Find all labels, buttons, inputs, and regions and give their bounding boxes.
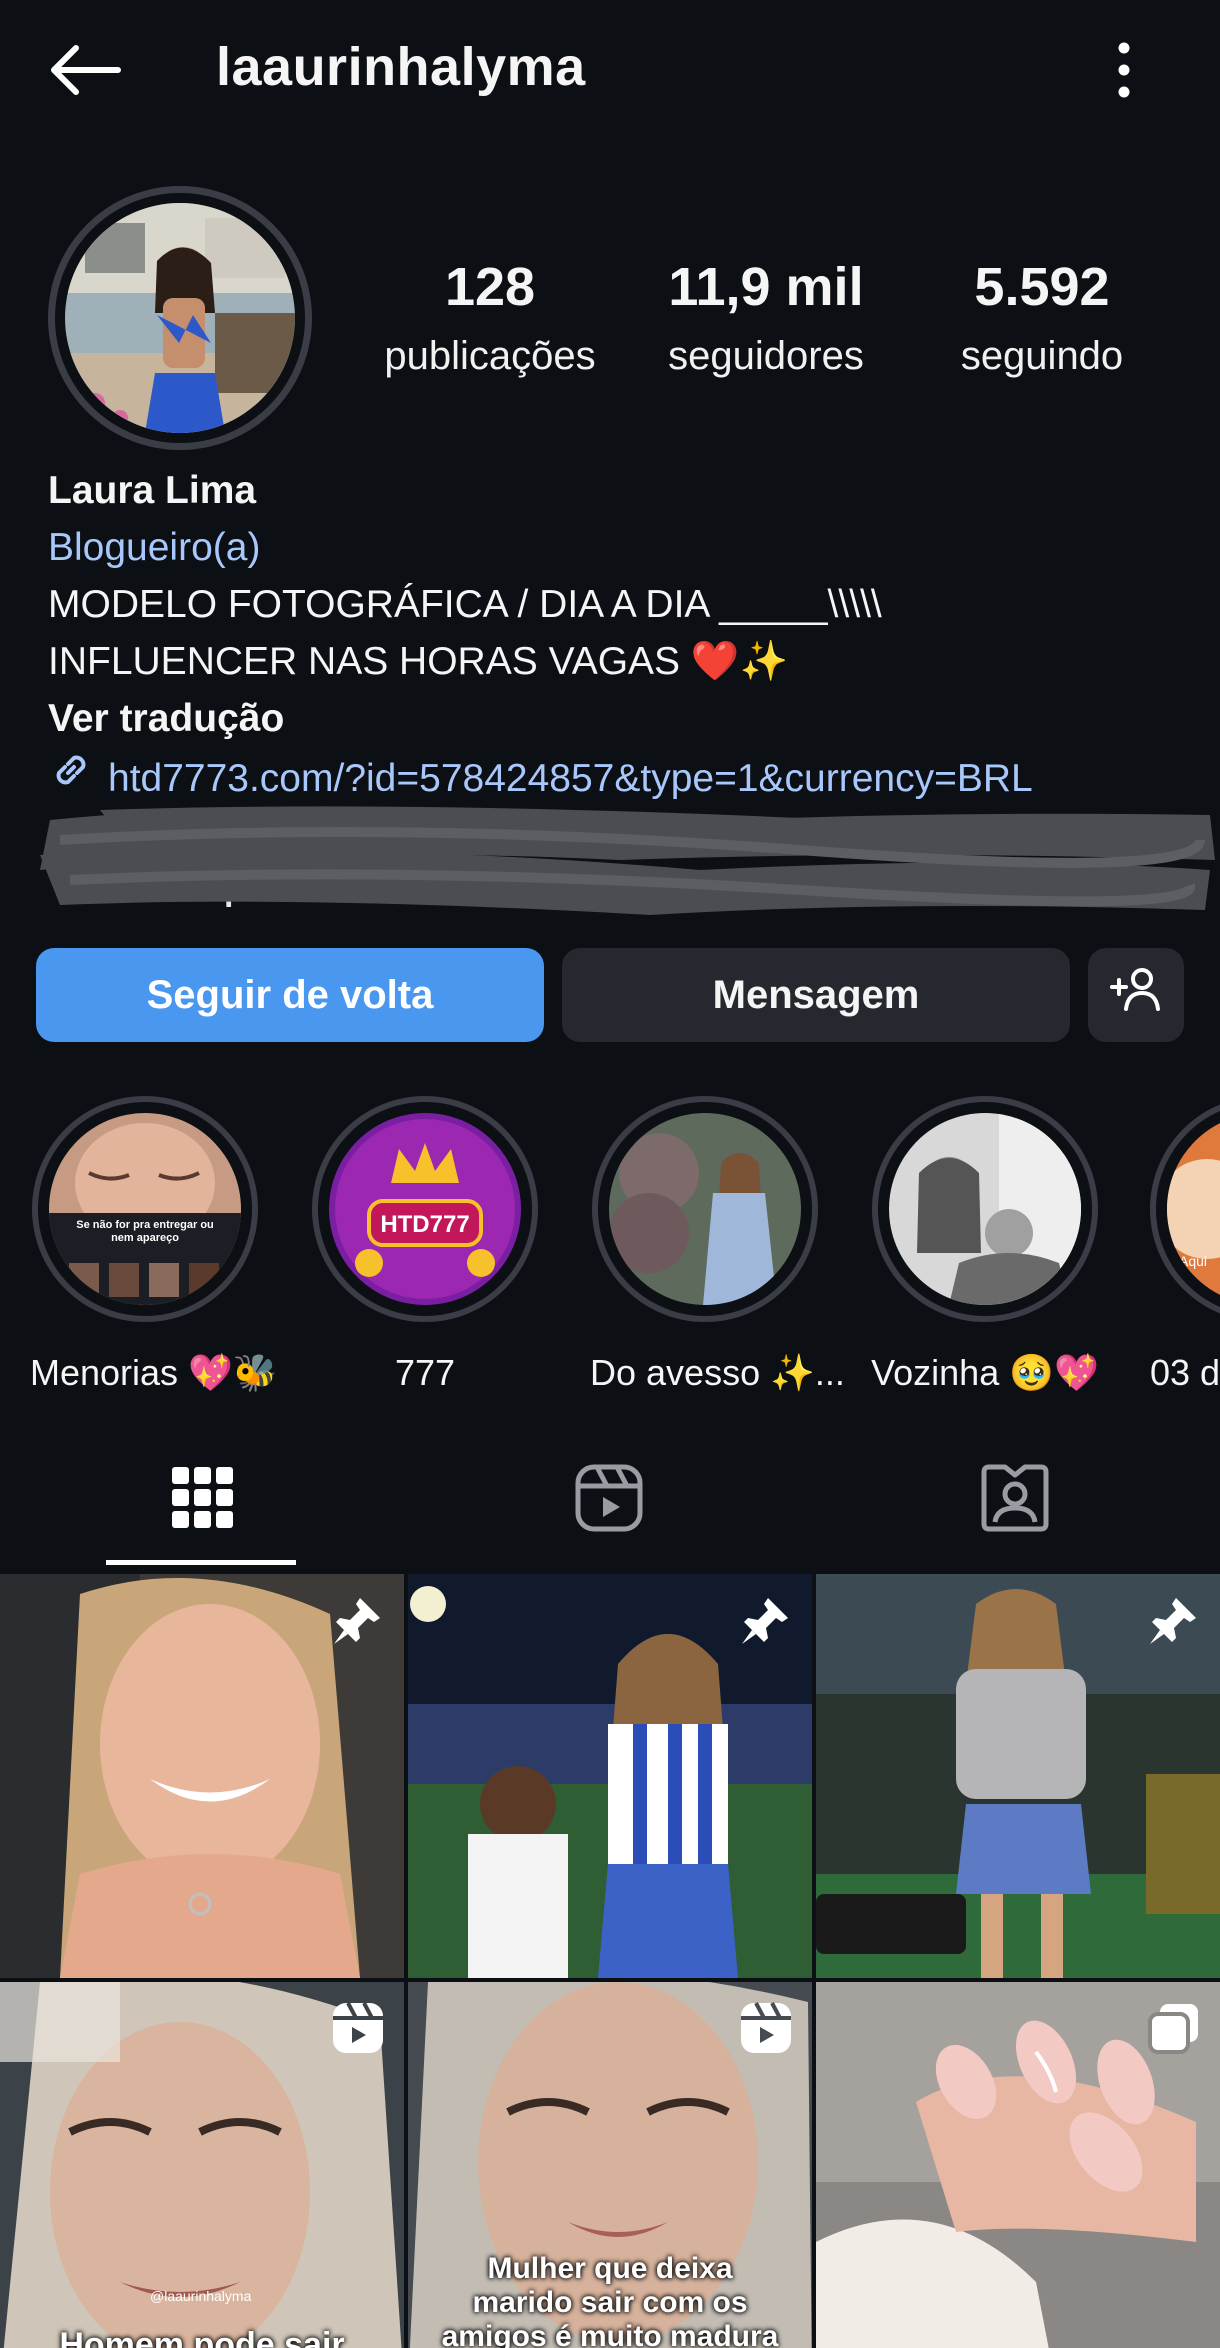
stat-following-label: seguindo bbox=[960, 334, 1124, 378]
stat-following-value: 5.592 bbox=[974, 257, 1110, 317]
highlight-label: Do avesso ✨... bbox=[590, 1352, 845, 1393]
highlight-cover-text: Se não for pra entregar ou nem apareço bbox=[76, 1219, 214, 1244]
tagged-icon bbox=[981, 1464, 1049, 1537]
post-thumbnail[interactable] bbox=[408, 1574, 812, 1978]
tab-posts-grid[interactable] bbox=[0, 1430, 406, 1570]
avatar-photo bbox=[65, 203, 295, 433]
bio-line-1: MODELO FOTOGRÁFICA / DIA A DIA _____\\\\… bbox=[48, 583, 882, 626]
story-highlight[interactable]: Aqui 03 de bbox=[1150, 1096, 1220, 1394]
reel-icon bbox=[738, 2000, 794, 2056]
profile-category: Blogueiro(a) bbox=[48, 526, 261, 569]
message-button[interactable]: Mensagem bbox=[562, 948, 1070, 1042]
follow-back-button[interactable]: Seguir de volta bbox=[36, 948, 544, 1042]
post-caption: Homem pode sair bbox=[59, 2326, 345, 2348]
reels-icon bbox=[575, 1464, 643, 1537]
highlight-label: Menorias 💖🐝 bbox=[30, 1352, 278, 1393]
stat-posts-label: publicações bbox=[384, 334, 596, 378]
highlight-ring bbox=[592, 1096, 818, 1322]
stat-posts-value: 128 bbox=[444, 257, 536, 317]
tab-tagged[interactable] bbox=[812, 1430, 1218, 1570]
active-tab-indicator bbox=[106, 1560, 296, 1565]
highlight-label: Vozinha 🥹💖 bbox=[871, 1352, 1099, 1393]
grid-icon bbox=[172, 1466, 234, 1534]
highlight-cover bbox=[609, 1113, 801, 1305]
highlight-cover-text: HTD777 bbox=[380, 1211, 470, 1238]
story-highlight[interactable]: Do avesso ✨... bbox=[590, 1096, 845, 1394]
highlight-ring bbox=[872, 1096, 1098, 1322]
bio-line-2: INFLUENCER NAS HORAS VAGAS ❤️✨ bbox=[48, 640, 789, 683]
profile-bio: Laura Lima Blogueiro(a) MODELO FOTOGRÁFI… bbox=[48, 462, 1198, 809]
highlight-cover bbox=[889, 1113, 1081, 1305]
post-handle: @laaurinhalyma bbox=[150, 2288, 252, 2304]
post-thumbnail[interactable] bbox=[0, 1574, 404, 1978]
post-thumbnail[interactable] bbox=[816, 1574, 1220, 1978]
reel-icon bbox=[330, 2000, 386, 2056]
see-translation-link[interactable]: Ver tradução bbox=[48, 690, 1198, 747]
profile-username: laaurinhalyma bbox=[216, 37, 586, 97]
pin-icon bbox=[330, 1592, 386, 1648]
tab-reels[interactable] bbox=[406, 1430, 812, 1570]
story-highlight[interactable]: HTD777 777 bbox=[310, 1096, 540, 1394]
post-thumbnail[interactable]: Mulher que deixa marido sair com os amig… bbox=[408, 1982, 812, 2348]
highlight-ring: Se não for pra entregar ou nem apareço bbox=[32, 1096, 258, 1322]
highlight-ring: Aqui bbox=[1150, 1096, 1220, 1322]
stat-followers[interactable]: 11,9 mil seguidores bbox=[636, 260, 896, 376]
suggest-people-button[interactable] bbox=[1088, 948, 1184, 1042]
profile-avatar[interactable] bbox=[48, 186, 312, 450]
profile-name: Laura Lima bbox=[48, 469, 257, 512]
stat-followers-label: seguidores bbox=[668, 334, 864, 378]
highlight-ring: HTD777 bbox=[312, 1096, 538, 1322]
redacted-scribble: pess bbox=[0, 800, 1220, 930]
highlight-cover: Aqui bbox=[1167, 1113, 1220, 1305]
more-vertical-icon[interactable] bbox=[1100, 38, 1148, 102]
carousel-icon bbox=[1146, 2000, 1202, 2056]
post-caption: Mulher que deixa marido sair com os amig… bbox=[441, 2252, 779, 2348]
profile-tabs bbox=[0, 1430, 1220, 1570]
highlight-cover-text: Aqui bbox=[1179, 1253, 1208, 1269]
highlight-cover: Se não for pra entregar ou nem apareço bbox=[49, 1113, 241, 1305]
stat-posts[interactable]: 128 publicações bbox=[360, 260, 620, 376]
stat-following[interactable]: 5.592 seguindo bbox=[912, 260, 1172, 376]
top-bar: laaurinhalyma bbox=[0, 0, 1220, 140]
arrow-left-icon[interactable] bbox=[44, 40, 124, 100]
pin-icon bbox=[1146, 1592, 1202, 1648]
post-thumbnail[interactable]: @laaurinhalyma Homem pode sair bbox=[0, 1982, 404, 2348]
person-add-icon bbox=[1108, 965, 1164, 1025]
story-highlight[interactable]: Se não for pra entregar ou nem apareço M… bbox=[30, 1096, 278, 1394]
story-highlight[interactable]: Vozinha 🥹💖 bbox=[870, 1096, 1100, 1394]
post-thumbnail[interactable] bbox=[816, 1982, 1220, 2348]
stat-followers-value: 11,9 mil bbox=[668, 257, 864, 317]
bio-link-text[interactable]: htd7773.com/?id=578424857&type=1&currenc… bbox=[108, 750, 1033, 807]
highlight-cover: HTD777 bbox=[329, 1113, 521, 1305]
pin-icon bbox=[738, 1592, 794, 1648]
highlight-label: 777 bbox=[394, 1352, 456, 1393]
highlight-label: 03 de bbox=[1150, 1352, 1220, 1393]
